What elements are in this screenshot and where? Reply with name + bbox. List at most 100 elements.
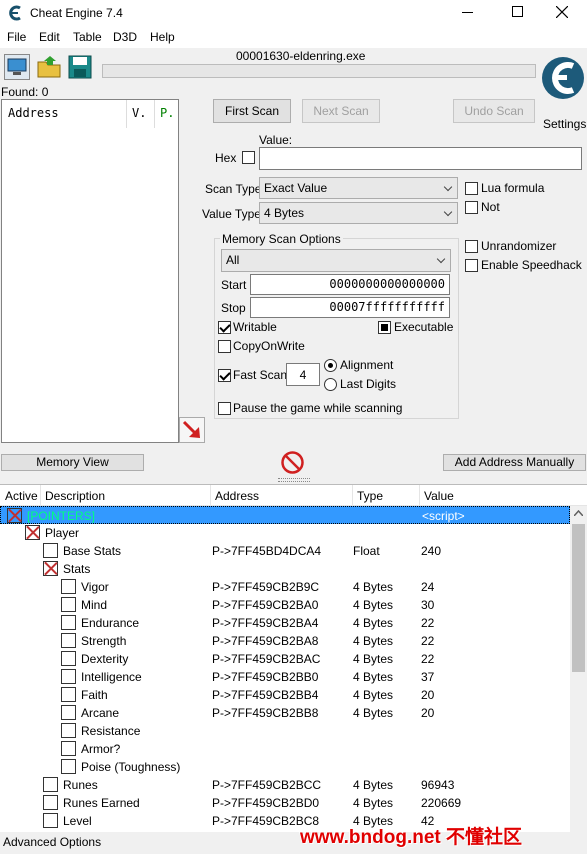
row-active-checkbox[interactable]	[61, 579, 76, 594]
row-type: 4 Bytes	[353, 706, 394, 720]
memory-view-button[interactable]: Memory View	[1, 454, 144, 471]
last-digits-radio[interactable]	[324, 378, 337, 391]
row-active-checkbox[interactable]	[61, 597, 76, 612]
row-description: [POINTERS]	[27, 509, 96, 523]
scan-type-select[interactable]: Exact Value	[259, 177, 458, 199]
table-row[interactable]: Endurance P->7FF459CB2BA4 4 Bytes 22	[0, 614, 570, 632]
alignment-label: Alignment	[340, 358, 394, 372]
row-description: Poise (Toughness)	[81, 760, 181, 774]
advanced-options-link[interactable]: Advanced Options	[3, 835, 101, 849]
row-description: Player	[45, 526, 80, 540]
row-active-checkbox[interactable]	[61, 723, 76, 738]
save-file-button[interactable]	[67, 54, 93, 80]
row-active-checkbox[interactable]	[61, 759, 76, 774]
table-row[interactable]: Strength P->7FF459CB2BA8 4 Bytes 22	[0, 632, 570, 650]
hex-checkbox[interactable]	[242, 151, 255, 164]
not-checkbox[interactable]	[465, 201, 478, 214]
open-file-button[interactable]	[36, 54, 64, 80]
results-header-value[interactable]: V.	[132, 106, 146, 120]
table-row[interactable]: Runes P->7FF459CB2BCC 4 Bytes 96943	[0, 776, 570, 794]
settings-label[interactable]: Settings	[543, 117, 586, 131]
fast-scan-alignment-input[interactable]: 4	[286, 363, 320, 386]
row-active-checkbox[interactable]	[25, 525, 40, 540]
table-row[interactable]: Base Stats P->7FF45BD4DCA4 Float 240	[0, 542, 570, 560]
start-address-input[interactable]: 0000000000000000	[250, 274, 450, 295]
row-active-checkbox[interactable]	[61, 615, 76, 630]
row-active-checkbox[interactable]	[43, 777, 58, 792]
table-row[interactable]: Resistance	[0, 722, 570, 740]
alignment-radio[interactable]	[324, 359, 337, 372]
unrandomizer-checkbox[interactable]	[465, 240, 478, 253]
copyonwrite-checkbox[interactable]	[218, 340, 231, 353]
add-to-list-button[interactable]	[179, 417, 205, 443]
row-active-checkbox[interactable]	[43, 543, 58, 558]
table-row[interactable]: Vigor P->7FF459CB2B9C 4 Bytes 24	[0, 578, 570, 596]
menu-edit[interactable]: Edit	[39, 30, 60, 44]
results-header-previous[interactable]: P.	[160, 106, 174, 120]
table-row[interactable]: Player	[0, 524, 570, 542]
table-row[interactable]: Stats	[0, 560, 570, 578]
row-active-checkbox[interactable]	[43, 795, 58, 810]
table-row[interactable]: [POINTERS] <script>	[0, 506, 570, 524]
row-active-checkbox[interactable]	[61, 741, 76, 756]
table-row[interactable]: Intelligence P->7FF459CB2BB0 4 Bytes 37	[0, 668, 570, 686]
row-active-checkbox[interactable]	[43, 813, 58, 828]
writable-label: Writable	[233, 320, 277, 334]
fast-scan-checkbox[interactable]	[218, 369, 231, 382]
table-row[interactable]: Armor?	[0, 740, 570, 758]
row-type: 4 Bytes	[353, 796, 394, 810]
first-scan-button[interactable]: First Scan	[213, 99, 291, 123]
process-name: 00001630-eldenring.exe	[236, 49, 366, 63]
row-active-checkbox[interactable]	[7, 508, 22, 523]
table-row[interactable]: Faith P->7FF459CB2BB4 4 Bytes 20	[0, 686, 570, 704]
executable-checkbox[interactable]	[378, 321, 391, 334]
row-address: P->7FF459CB2BA4	[212, 616, 319, 630]
add-address-manually-button[interactable]: Add Address Manually	[443, 454, 586, 471]
close-button[interactable]	[556, 6, 568, 18]
pause-game-checkbox[interactable]	[218, 402, 231, 415]
scroll-up-icon[interactable]	[574, 510, 583, 516]
vertical-scrollbar[interactable]	[570, 506, 587, 833]
results-header-address[interactable]: Address	[8, 106, 59, 120]
scrollbar-thumb[interactable]	[572, 524, 585, 672]
address-table[interactable]: Active Description Address Type Value [P…	[0, 484, 587, 833]
undo-scan-button[interactable]: Undo Scan	[453, 99, 535, 123]
value-type-select[interactable]: 4 Bytes	[259, 202, 458, 224]
menu-table[interactable]: Table	[73, 30, 102, 44]
select-process-button[interactable]	[4, 54, 30, 80]
table-row[interactable]: Runes Earned P->7FF459CB2BD0 4 Bytes 220669	[0, 794, 570, 812]
settings-logo[interactable]	[540, 52, 586, 112]
row-active-checkbox[interactable]	[61, 651, 76, 666]
minimize-button[interactable]	[462, 12, 473, 13]
menu-d3d[interactable]: D3D	[113, 30, 137, 44]
row-active-checkbox[interactable]	[61, 705, 76, 720]
stop-address-input[interactable]: 00007fffffffffff	[250, 297, 450, 318]
header-active[interactable]: Active	[5, 489, 38, 503]
row-active-checkbox[interactable]	[61, 633, 76, 648]
row-active-checkbox[interactable]	[61, 687, 76, 702]
speedhack-checkbox[interactable]	[465, 259, 478, 272]
splitter-handle[interactable]	[278, 478, 310, 482]
row-active-checkbox[interactable]	[61, 669, 76, 684]
header-address[interactable]: Address	[215, 489, 259, 503]
menu-help[interactable]: Help	[150, 30, 175, 44]
table-row[interactable]: Mind P->7FF459CB2BA0 4 Bytes 30	[0, 596, 570, 614]
next-scan-button[interactable]: Next Scan	[302, 99, 380, 123]
table-row[interactable]: Poise (Toughness)	[0, 758, 570, 776]
menu-file[interactable]: File	[7, 30, 26, 44]
writable-checkbox[interactable]	[218, 321, 231, 334]
maximize-button[interactable]	[512, 6, 523, 17]
stop-button[interactable]	[280, 450, 305, 475]
table-row[interactable]: Dexterity P->7FF459CB2BAC 4 Bytes 22	[0, 650, 570, 668]
results-list[interactable]: Address V. P.	[1, 99, 179, 443]
row-active-checkbox[interactable]	[43, 561, 58, 576]
row-value: 22	[421, 616, 435, 630]
table-row[interactable]: Arcane P->7FF459CB2BB8 4 Bytes 20	[0, 704, 570, 722]
lua-formula-checkbox[interactable]	[465, 182, 478, 195]
value-label: Value:	[259, 133, 293, 147]
header-description[interactable]: Description	[45, 489, 105, 503]
memory-region-select[interactable]: All	[221, 249, 451, 272]
value-input[interactable]	[259, 147, 582, 170]
header-value[interactable]: Value	[424, 489, 454, 503]
header-type[interactable]: Type	[357, 489, 383, 503]
